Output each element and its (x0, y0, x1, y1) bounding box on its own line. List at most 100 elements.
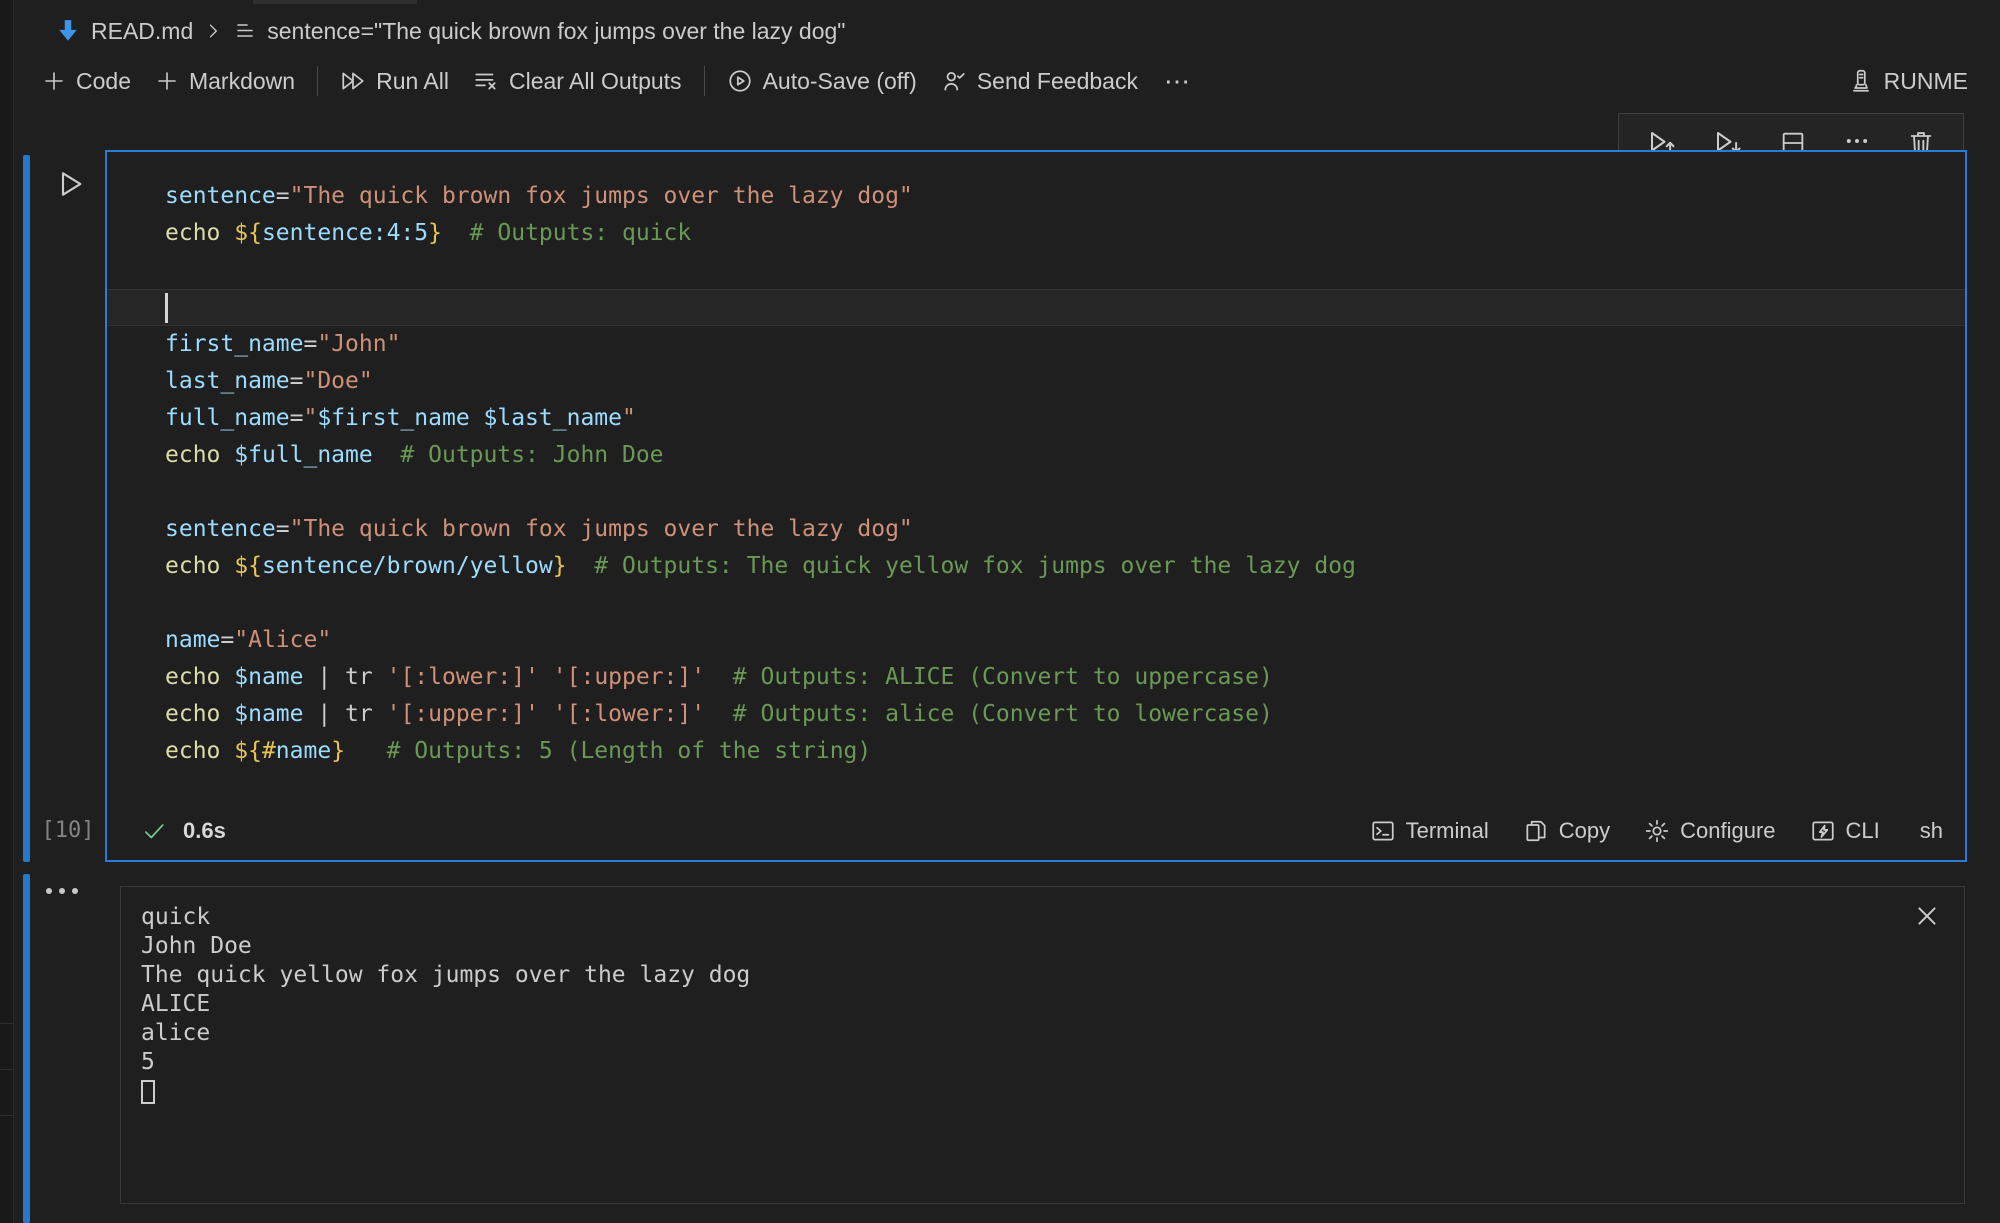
clear-all-outputs-button[interactable]: Clear All Outputs (461, 62, 694, 101)
add-markdown-label: Markdown (189, 68, 295, 95)
code-token: "Doe" (303, 368, 372, 394)
code-cell: sentence="The quick brown fox jumps over… (105, 150, 1967, 862)
code-line[interactable] (107, 289, 1965, 326)
code-token: $full_name (234, 442, 372, 468)
configure-button[interactable]: Configure (1644, 818, 1775, 844)
cell-status-bar: 0.6s Terminal Copy Configure CLI (107, 802, 1965, 860)
copy-button[interactable]: Copy (1523, 818, 1610, 844)
code-token (539, 664, 553, 690)
code-token: | tr (304, 664, 387, 690)
clear-outputs-label: Clear All Outputs (509, 68, 682, 95)
code-line[interactable]: echo ${sentence:4:5} # Outputs: quick (107, 215, 1965, 252)
code-lines: sentence="The quick brown fox jumps over… (107, 178, 1965, 770)
code-token: '[:upper:]' (387, 701, 539, 727)
code-token: } (428, 220, 442, 246)
code-token: first_name (165, 331, 303, 357)
code-line[interactable]: first_name="John" (107, 326, 1965, 363)
code-line[interactable]: echo ${sentence/brown/yellow} # Outputs:… (107, 548, 1965, 585)
runme-brand-icon (1848, 68, 1874, 94)
code-line[interactable]: echo $name | tr '[:lower:]' '[:upper:]' … (107, 659, 1965, 696)
add-markdown-cell-button[interactable]: Markdown (143, 62, 307, 101)
code-token: = (290, 368, 304, 394)
code-line[interactable]: sentence="The quick brown fox jumps over… (107, 511, 1965, 548)
cli-button[interactable]: CLI (1810, 818, 1880, 844)
output-more-actions-button[interactable] (46, 888, 78, 894)
code-token: # Outputs: The quick yellow fox jumps ov… (567, 553, 1356, 579)
code-line[interactable]: sentence="The quick brown fox jumps over… (107, 178, 1965, 215)
output-line: alice (141, 1019, 1894, 1048)
plus-icon (155, 69, 179, 93)
breadcrumb-section[interactable]: sentence="The quick brown fox jumps over… (267, 18, 845, 45)
chevron-right-icon (203, 21, 223, 41)
code-token: full_name (165, 405, 290, 431)
code-token: = (276, 516, 290, 542)
divider (0, 1115, 14, 1116)
code-line[interactable]: echo $full_name # Outputs: John Doe (107, 437, 1965, 474)
runme-notebook-window: READ.md sentence="The quick brown fox ju… (0, 0, 2000, 1223)
code-token: "John" (317, 331, 400, 357)
code-token: ${# (234, 738, 276, 764)
code-token: = (276, 183, 290, 209)
toolbar-separator (317, 66, 318, 96)
add-code-cell-button[interactable]: Code (30, 62, 143, 101)
cli-icon (1810, 818, 1836, 844)
code-line[interactable]: echo ${#name} # Outputs: 5 (Length of th… (107, 733, 1965, 770)
gear-icon (1644, 818, 1670, 844)
cell-language-picker[interactable]: sh (1920, 818, 1943, 844)
breadcrumb: READ.md sentence="The quick brown fox ju… (55, 14, 845, 48)
text-caret (165, 293, 168, 323)
code-line[interactable]: echo $name | tr '[:upper:]' '[:lower:]' … (107, 696, 1965, 733)
code-line[interactable]: full_name="$first_name $last_name" (107, 400, 1965, 437)
output-lines: quickJohn DoeThe quick yellow fox jumps … (141, 903, 1894, 1106)
copy-label: Copy (1559, 818, 1610, 844)
code-token: ${ (234, 553, 262, 579)
run-all-button[interactable]: Run All (328, 62, 461, 101)
code-token: " (622, 405, 636, 431)
output-line: John Doe (141, 932, 1894, 961)
code-line[interactable]: name="Alice" (107, 622, 1965, 659)
code-token: $name (234, 664, 303, 690)
more-actions-icon: ⋯ (1164, 66, 1192, 97)
run-cell-button[interactable] (55, 168, 87, 200)
code-token: sentence (165, 516, 276, 542)
autosave-icon (727, 68, 753, 94)
terminal-cursor (141, 1080, 155, 1104)
section-list-icon (233, 19, 257, 43)
code-token: '[:lower:]' (553, 701, 705, 727)
code-token (220, 664, 234, 690)
code-token (220, 442, 234, 468)
execution-count: [10] (36, 818, 100, 843)
execution-duration: 0.6s (183, 818, 226, 844)
code-token: name (276, 738, 331, 764)
toolbar-more-actions-button[interactable]: ⋯ (1150, 66, 1206, 97)
runme-brand-button[interactable]: RUNME (1836, 62, 1980, 101)
breadcrumb-file[interactable]: READ.md (91, 18, 193, 45)
code-token: # Outputs: alice (Convert to lowercase) (705, 701, 1273, 727)
code-token: echo (165, 701, 220, 727)
terminal-icon (1370, 818, 1396, 844)
check-icon (141, 818, 167, 844)
code-token: "The quick brown fox jumps over the lazy… (290, 183, 913, 209)
code-line[interactable] (107, 252, 1965, 289)
code-line[interactable] (107, 585, 1965, 622)
send-feedback-button[interactable]: Send Feedback (929, 62, 1150, 101)
code-token: } (553, 553, 567, 579)
code-line[interactable] (107, 474, 1965, 511)
autosave-toggle-button[interactable]: Auto-Save (off) (715, 62, 929, 101)
code-editor[interactable]: sentence="The quick brown fox jumps over… (107, 152, 1965, 802)
cell-status-actions: Terminal Copy Configure CLI sh (1370, 818, 1943, 844)
output-line: ALICE (141, 990, 1894, 1019)
code-token: echo (165, 442, 220, 468)
cli-label: CLI (1846, 818, 1880, 844)
autosave-label: Auto-Save (off) (763, 68, 917, 95)
code-token: echo (165, 220, 220, 246)
code-token: echo (165, 738, 220, 764)
terminal-button[interactable]: Terminal (1370, 818, 1489, 844)
code-token: sentence (165, 183, 276, 209)
code-token: last_name (165, 368, 290, 394)
left-edge-strip (0, 0, 14, 1223)
close-output-button[interactable] (1914, 903, 1940, 929)
run-all-label: Run All (376, 68, 449, 95)
code-token: = (220, 627, 234, 653)
code-line[interactable]: last_name="Doe" (107, 363, 1965, 400)
